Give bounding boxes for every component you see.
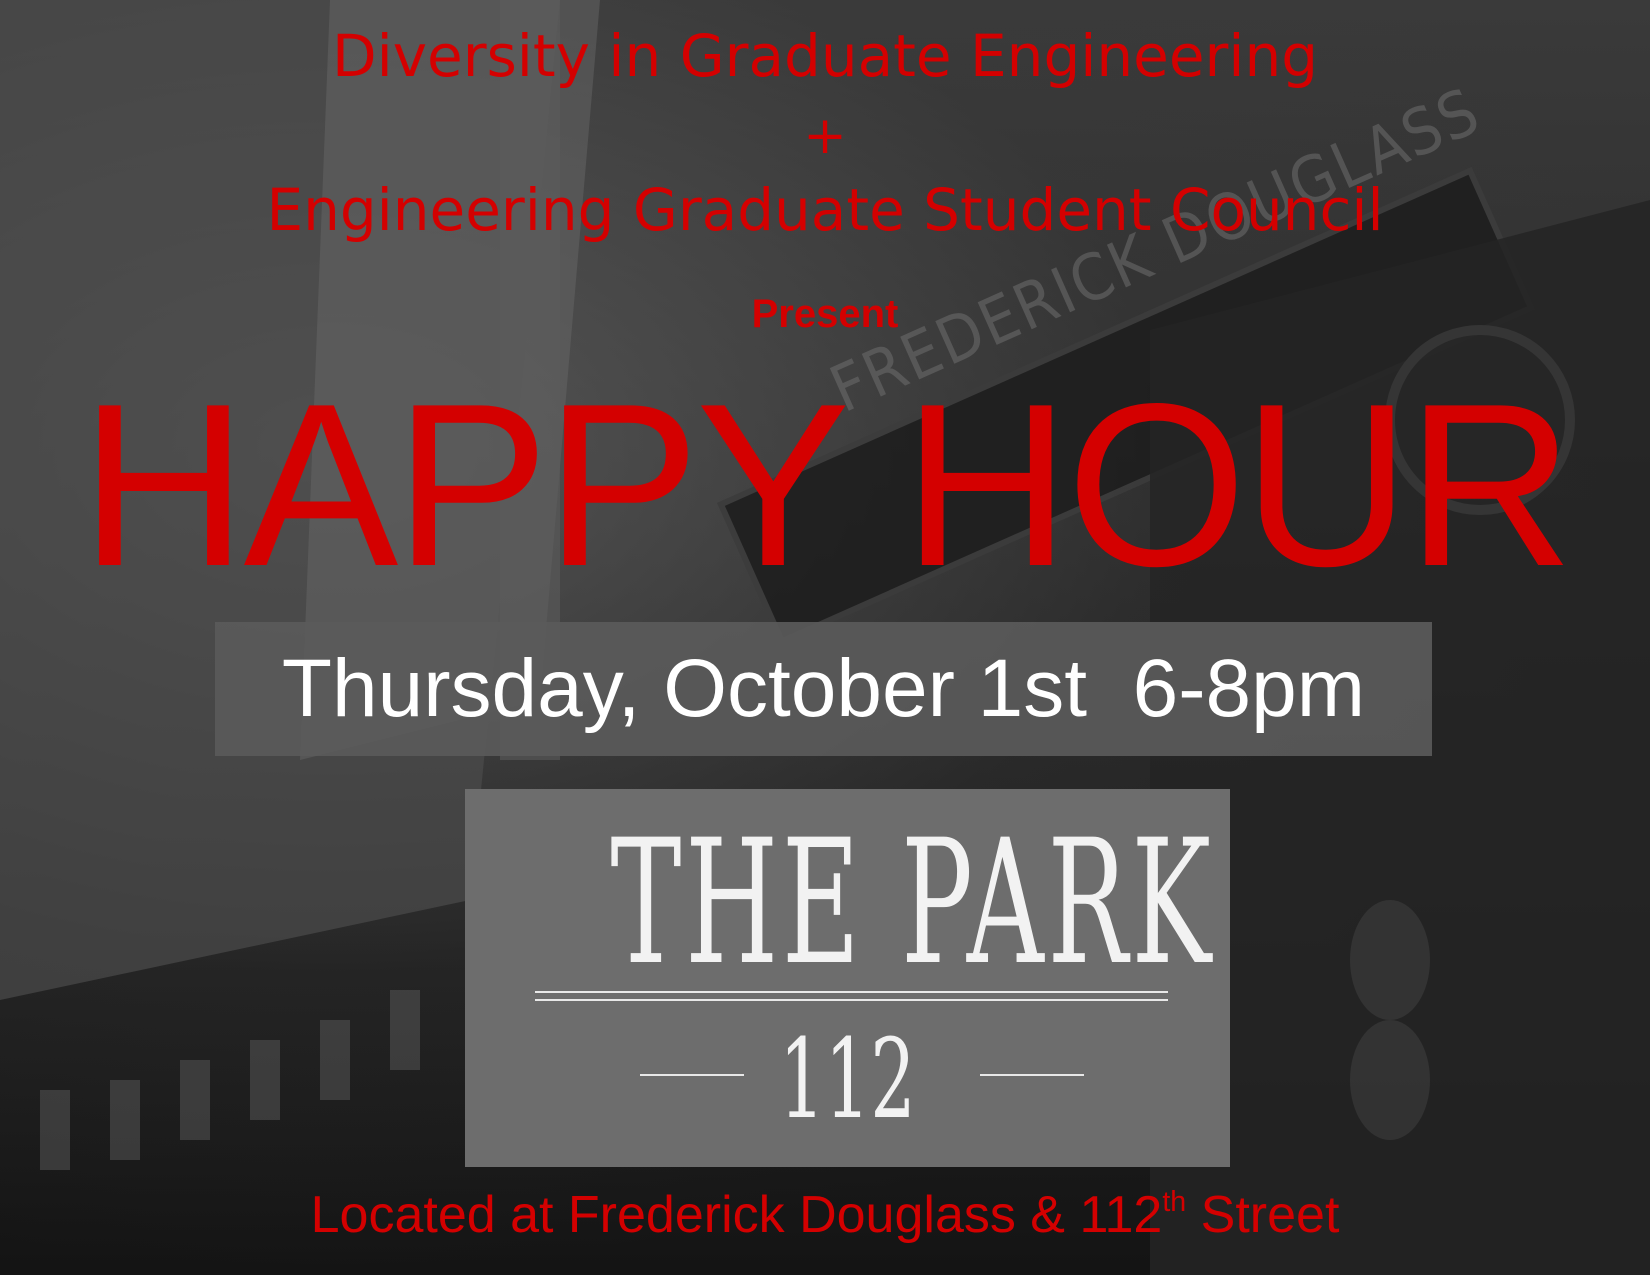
- flyer: FREDERICK DOUGLASS Diversity in Graduate…: [0, 0, 1650, 1275]
- date-time: Thursday, October 1st 6-8pm: [281, 643, 1366, 734]
- present-label: Present: [751, 292, 899, 336]
- logo-rule-top: [535, 991, 1168, 993]
- logo-name: THE PARK: [610, 802, 1215, 1003]
- logo-dash-right: [980, 1074, 1084, 1076]
- location-superscript: th: [1162, 1185, 1187, 1218]
- location-prefix: Located at Frederick Douglass & 112: [310, 1186, 1163, 1244]
- date-time-box: Thursday, October 1st 6-8pm: [215, 622, 1432, 756]
- venue-logo: THE PARK 112: [465, 789, 1230, 1167]
- org-line-2: Engineering Graduate Student Council: [266, 176, 1384, 244]
- logo-number: 112: [779, 1015, 916, 1143]
- org-line-1: Diversity in Graduate Engineering: [331, 22, 1319, 90]
- headline: HAPPY HOUR: [80, 356, 1574, 615]
- plus-sign: +: [803, 106, 847, 166]
- location-suffix: Street: [1186, 1186, 1340, 1244]
- location: Located at Frederick Douglass & 112th St…: [0, 1185, 1650, 1245]
- logo-rule-bottom: [535, 999, 1168, 1001]
